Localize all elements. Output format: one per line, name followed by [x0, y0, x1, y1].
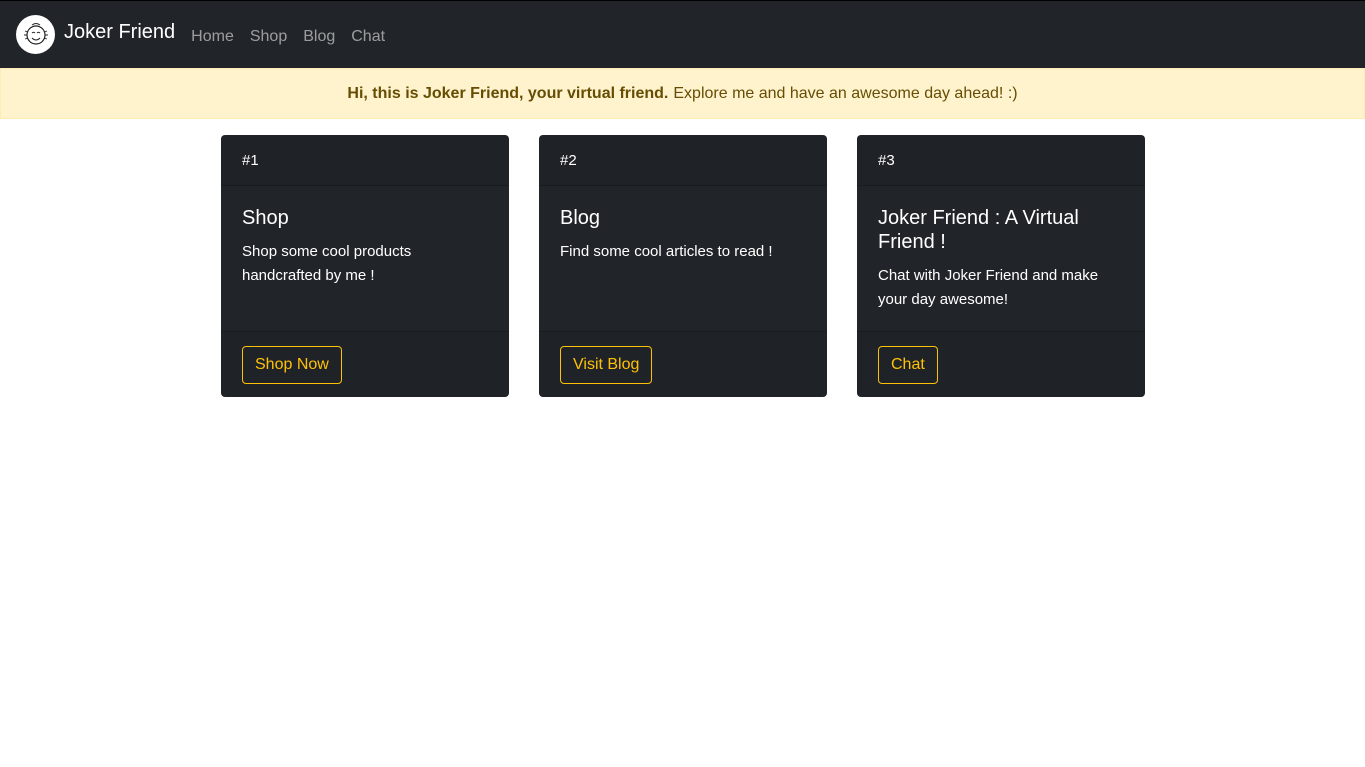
card-title: Blog — [560, 207, 601, 229]
alert-bold-text: Hi, this is Joker Friend, your virtual f… — [347, 84, 669, 102]
nav-links: Home Shop Blog Chat — [191, 26, 401, 46]
card-body: Blog Find some cool articles to read ! — [539, 186, 827, 331]
card-text: Shop some cool products handcrafted by m… — [242, 243, 412, 284]
card-header: #3 — [857, 135, 1145, 186]
card-header: #1 — [221, 135, 509, 186]
nav-link-shop[interactable]: Shop — [250, 28, 287, 46]
card-footer: Visit Blog — [539, 331, 827, 397]
card-footer: Shop Now — [221, 331, 509, 397]
brand-name: Joker Friend — [64, 21, 176, 43]
smiley-face-icon — [16, 15, 55, 54]
navbar: Joker Friend Home Shop Blog Chat — [0, 0, 1365, 68]
alert-text: Explore me and have an awesome day ahead… — [673, 84, 1018, 102]
card-shop: #1 Shop Shop some cool products handcraf… — [221, 135, 509, 397]
welcome-alert: Hi, this is Joker Friend, your virtual f… — [0, 68, 1365, 119]
card-title: Joker Friend : A Virtual Friend ! — [878, 207, 1079, 253]
card-header: #2 — [539, 135, 827, 186]
card-body: Joker Friend : A Virtual Friend ! Chat w… — [857, 186, 1145, 331]
card-title: Shop — [242, 207, 289, 229]
nav-link-blog[interactable]: Blog — [303, 28, 335, 46]
shop-now-button[interactable]: Shop Now — [242, 345, 342, 384]
card-text: Find some cool articles to read ! — [560, 243, 773, 260]
card-blog: #2 Blog Find some cool articles to read … — [539, 135, 827, 397]
card-body: Shop Shop some cool products handcrafted… — [221, 186, 509, 331]
visit-blog-button[interactable]: Visit Blog — [560, 345, 653, 384]
card-grid: #1 Shop Shop some cool products handcraf… — [221, 135, 1145, 397]
card-chat: #3 Joker Friend : A Virtual Friend ! Cha… — [857, 135, 1145, 397]
nav-link-chat[interactable]: Chat — [351, 28, 385, 46]
brand-link[interactable]: Joker Friend — [16, 15, 175, 54]
chat-button[interactable]: Chat — [878, 345, 938, 384]
card-text: Chat with Joker Friend and make your day… — [878, 267, 1099, 308]
card-footer: Chat — [857, 331, 1145, 397]
nav-link-home[interactable]: Home — [191, 28, 234, 46]
